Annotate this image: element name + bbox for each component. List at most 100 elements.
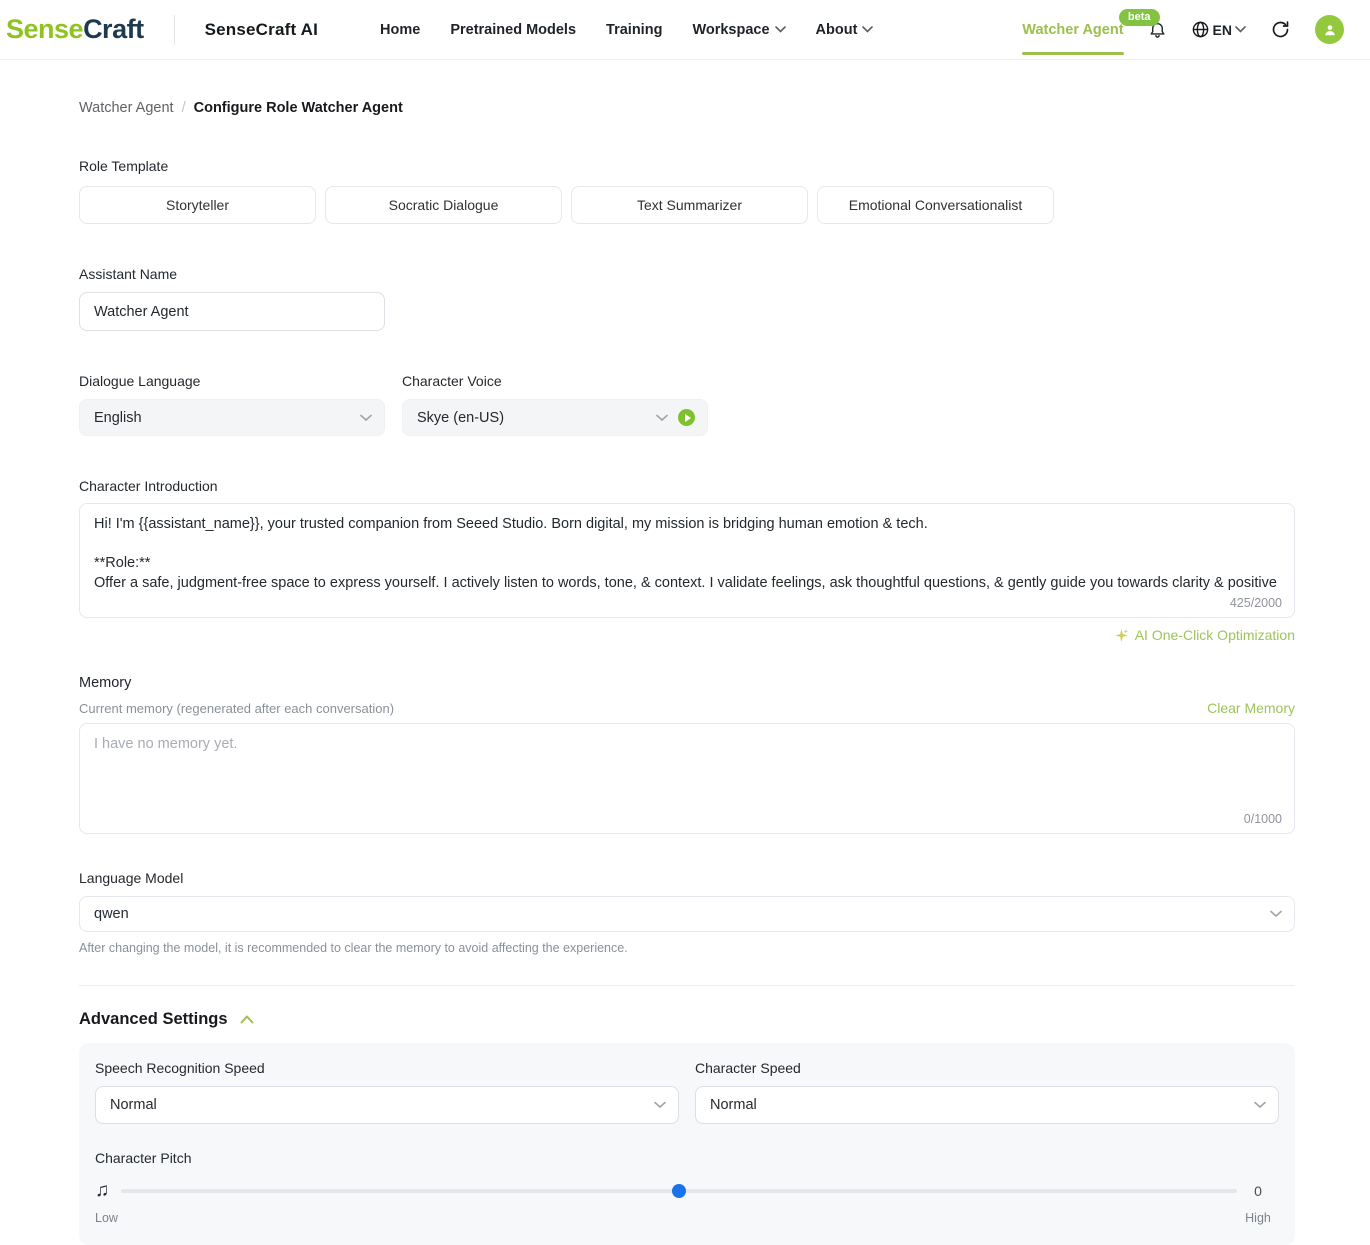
role-template-options: Storyteller Socratic Dialogue Text Summa…	[79, 186, 1295, 224]
nav-label: About	[816, 22, 858, 38]
dialogue-language-label: Dialogue Language	[79, 373, 385, 389]
character-speed-value: Normal	[710, 1097, 1254, 1113]
language-voice-row: Dialogue Language English Character Voic…	[79, 331, 1295, 436]
pitch-slider[interactable]	[121, 1184, 1237, 1198]
breadcrumb: Watcher Agent / Configure Role Watcher A…	[79, 100, 1295, 116]
pitch-high-label: High	[1237, 1211, 1279, 1225]
chevron-down-icon	[1254, 1101, 1266, 1109]
active-agent-label: Watcher Agent	[1022, 22, 1123, 38]
memory-section-label: Memory	[79, 675, 1295, 691]
refresh-icon	[1270, 19, 1291, 40]
assistant-name-input[interactable]	[79, 292, 385, 331]
language-model-select[interactable]: qwen	[79, 896, 1295, 932]
role-template-storyteller-button[interactable]: Storyteller	[79, 186, 316, 224]
breadcrumb-separator: /	[182, 100, 186, 116]
speech-recognition-speed-label: Speech Recognition Speed	[95, 1060, 679, 1076]
nav-label: Training	[606, 22, 662, 38]
memory-textarea[interactable]	[80, 724, 1294, 808]
breadcrumb-current: Configure Role Watcher Agent	[194, 100, 403, 116]
ai-optimization-link[interactable]: AI One-Click Optimization	[79, 627, 1295, 643]
character-voice-select[interactable]: Skye (en-US)	[402, 399, 708, 436]
language-model-label: Language Model	[79, 870, 1295, 886]
character-speed-label: Character Speed	[695, 1060, 1279, 1076]
language-label: EN	[1213, 22, 1232, 38]
pitch-value: 0	[1237, 1183, 1279, 1199]
nav-item-home[interactable]: Home	[380, 22, 420, 38]
role-template-text-summarizer-button[interactable]: Text Summarizer	[571, 186, 808, 224]
user-avatar[interactable]	[1315, 15, 1344, 44]
logo-part-sense: Sense	[6, 14, 83, 44]
clear-memory-button[interactable]: Clear Memory	[1207, 700, 1295, 716]
section-divider	[79, 985, 1295, 986]
character-pitch-label: Character Pitch	[95, 1150, 1279, 1166]
memory-box: 0/1000	[79, 723, 1295, 834]
character-voice-label: Character Voice	[402, 373, 708, 389]
music-note-icon: ♫	[95, 1180, 121, 1202]
chevron-down-icon	[862, 26, 873, 33]
app-title: SenseCraft AI	[205, 20, 318, 40]
chevron-down-icon	[654, 1101, 666, 1109]
character-introduction-counter: 425/2000	[1230, 596, 1282, 610]
globe-icon	[1191, 20, 1210, 39]
role-template-emotional-conversationalist-button[interactable]: Emotional Conversationalist	[817, 186, 1054, 224]
configure-role-page: Watcher Agent / Configure Role Watcher A…	[0, 100, 1370, 1245]
person-icon	[1323, 23, 1337, 37]
dialogue-language-select[interactable]: English	[79, 399, 385, 436]
dialogue-language-field: Dialogue Language English	[79, 331, 385, 436]
refresh-button[interactable]	[1270, 19, 1291, 40]
pitch-low-label: Low	[95, 1211, 118, 1225]
nav-item-pretrained-models[interactable]: Pretrained Models	[450, 22, 576, 38]
character-introduction-textarea[interactable]: Hi! I'm {{assistant_name}}, your trusted…	[80, 504, 1294, 592]
character-speed-field: Character Speed Normal	[695, 1060, 1279, 1124]
speech-recognition-speed-field: Speech Recognition Speed Normal	[95, 1060, 679, 1124]
character-voice-value: Skye (en-US)	[417, 410, 656, 426]
memory-counter: 0/1000	[1244, 812, 1282, 826]
dialogue-language-value: English	[94, 410, 360, 426]
play-icon	[685, 414, 691, 422]
nav-label: Home	[380, 22, 420, 38]
advanced-speed-row: Speech Recognition Speed Normal Characte…	[95, 1060, 1279, 1124]
logo-part-craft: Craft	[83, 14, 144, 44]
role-template-label: Role Template	[79, 158, 1295, 174]
chevron-down-icon	[775, 26, 786, 33]
advanced-settings-toggle[interactable]: Advanced Settings	[79, 1010, 1295, 1029]
nav-item-watcher-agent-active[interactable]: Watcher Agent beta	[1022, 22, 1123, 38]
character-pitch-slider-row: ♫ 0	[95, 1180, 1279, 1202]
main-nav: Home Pretrained Models Training Workspac…	[380, 22, 873, 38]
character-introduction-box: Hi! I'm {{assistant_name}}, your trusted…	[79, 503, 1295, 618]
ai-optimization-label: AI One-Click Optimization	[1135, 627, 1295, 643]
nav-label: Pretrained Models	[450, 22, 576, 38]
chevron-down-icon	[1235, 26, 1246, 33]
nav-item-workspace[interactable]: Workspace	[692, 22, 785, 38]
language-switcher[interactable]: EN	[1191, 20, 1246, 39]
nav-item-training[interactable]: Training	[606, 22, 662, 38]
chevron-down-icon	[1270, 910, 1282, 918]
memory-subrow: Current memory (regenerated after each c…	[79, 700, 1295, 716]
voice-preview-play-button[interactable]	[678, 409, 695, 426]
top-navbar: SenseCraft SenseCraft AI Home Pretrained…	[0, 0, 1370, 60]
chevron-down-icon	[656, 414, 668, 422]
header-right-cluster: Watcher Agent beta EN	[1022, 15, 1344, 44]
advanced-settings-panel: Speech Recognition Speed Normal Characte…	[79, 1043, 1295, 1245]
speech-recognition-speed-value: Normal	[110, 1097, 654, 1113]
chevron-up-icon	[240, 1015, 254, 1024]
language-model-value: qwen	[94, 906, 1270, 922]
assistant-name-label: Assistant Name	[79, 266, 1295, 282]
nav-label: Workspace	[692, 22, 769, 38]
chevron-down-icon	[360, 414, 372, 422]
sensecraft-logo[interactable]: SenseCraft	[6, 14, 144, 45]
nav-item-about[interactable]: About	[816, 22, 874, 38]
beta-badge: beta	[1119, 9, 1160, 26]
advanced-settings-title: Advanced Settings	[79, 1010, 228, 1029]
pitch-range-labels: Low High	[95, 1211, 1279, 1225]
sparkle-icon	[1114, 628, 1129, 643]
breadcrumb-parent[interactable]: Watcher Agent	[79, 100, 174, 116]
header-divider	[174, 15, 175, 45]
language-model-help-text: After changing the model, it is recommen…	[79, 941, 1295, 955]
character-voice-field: Character Voice Skye (en-US)	[402, 331, 708, 436]
speech-recognition-speed-select[interactable]: Normal	[95, 1086, 679, 1124]
memory-sublabel: Current memory (regenerated after each c…	[79, 701, 394, 716]
pitch-slider-thumb[interactable]	[672, 1184, 686, 1198]
role-template-socratic-dialogue-button[interactable]: Socratic Dialogue	[325, 186, 562, 224]
character-speed-select[interactable]: Normal	[695, 1086, 1279, 1124]
